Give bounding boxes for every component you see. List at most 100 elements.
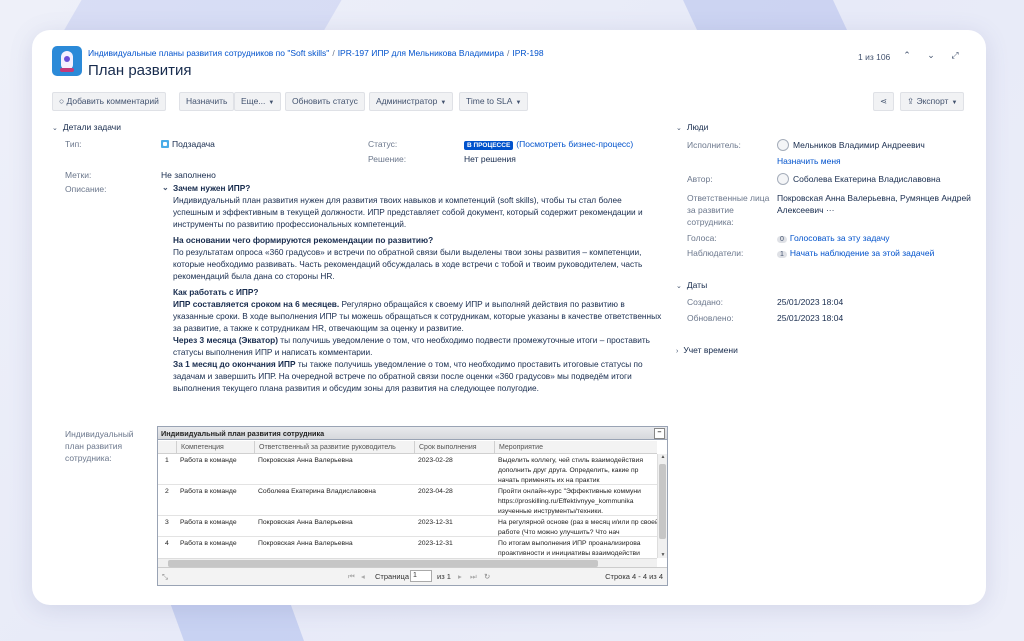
grid-vertical-scrollbar[interactable]: ▲ ▼	[657, 454, 667, 558]
assignee-value[interactable]: Мельников Владимир Андреевич	[777, 139, 925, 151]
created-value: 25/01/2023 18:04	[777, 297, 844, 307]
col-deadline[interactable]: Срок выполнения	[414, 441, 494, 454]
type-label: Тип:	[65, 139, 82, 149]
cell-deadline: 2023-04-28	[418, 488, 453, 495]
description-label: Описание:	[65, 184, 107, 194]
page-title: План развития	[88, 62, 192, 79]
issue-card: Индивидуальные планы развития сотруднико…	[32, 30, 986, 605]
responsible-label-line-3: сотрудника:	[687, 217, 734, 227]
resolution-value: Нет решения	[464, 154, 516, 164]
grid-horizontal-scrollbar[interactable]	[158, 558, 657, 567]
last-page-icon[interactable]: ⏭	[470, 572, 477, 582]
people-section-toggle[interactable]: ⌄ Люди	[676, 122, 708, 132]
project-avatar-icon[interactable]	[52, 46, 82, 76]
watch-link[interactable]: Начать наблюдение за этой задачей	[790, 248, 934, 258]
chevron-down-icon: ▼	[440, 100, 447, 106]
grid-title: Индивидуальный план развития сотрудника –	[158, 427, 667, 440]
col-competence[interactable]: Компетенция	[176, 441, 254, 454]
chevron-down-icon[interactable]: ⌄	[924, 48, 938, 62]
cell-activity: На регулярной основе (раз в месяц и/или …	[498, 519, 659, 536]
view-workflow-link[interactable]: (Посмотреть бизнес-процесс)	[516, 139, 633, 149]
resize-icon[interactable]: ⤡	[162, 572, 168, 582]
row-number: 3	[165, 519, 169, 526]
col-responsible[interactable]: Ответственный за развитие руководитель	[254, 441, 414, 454]
assignee-label: Исполнитель:	[687, 140, 741, 150]
grid-title-text: Индивидуальный план развития сотрудника	[161, 429, 325, 438]
assign-to-me-link[interactable]: Назначить меня	[777, 156, 841, 166]
responsible-value[interactable]: Покровская Анна Валерьевна, Румянцев Анд…	[777, 192, 971, 216]
desc-paragraph-2: По результатам опроса «360 градусов» и в…	[173, 247, 643, 281]
chevron-down-icon: ⌄	[676, 283, 682, 290]
labels-value[interactable]: Не заполнено	[161, 170, 216, 180]
time-to-sla-button[interactable]: Time to SLA ▼	[459, 92, 529, 111]
votes-label: Голоса:	[687, 233, 717, 243]
more-button[interactable]: Еще... ▼	[234, 92, 282, 111]
first-page-icon[interactable]: ⏮	[348, 572, 355, 582]
add-comment-button[interactable]: ○ Добавить комментарий	[52, 92, 166, 111]
desc-heading-1: Зачем нужен ИПР?	[173, 182, 663, 194]
table-row[interactable]: 3 Работа в команде Покровская Анна Валер…	[158, 516, 659, 537]
cell-responsible: Соболева Екатерина Владиславовна	[258, 488, 376, 495]
share-button[interactable]: ⋖	[873, 92, 895, 111]
dates-section-toggle[interactable]: ⌄ Даты	[676, 280, 707, 290]
admin-transition-button[interactable]: Администратор ▼	[369, 92, 454, 111]
col-rownum	[158, 441, 176, 454]
author-name: Соболева Екатерина Владиславовна	[793, 174, 941, 184]
time-tracking-section-toggle[interactable]: › Учет времени	[676, 345, 738, 355]
breadcrumb-issue-key[interactable]: IPR-198	[512, 48, 543, 58]
export-icon: ⇪	[907, 96, 915, 106]
description-body[interactable]: Зачем нужен ИПР? Индивидуальный план раз…	[173, 182, 663, 394]
ipr-grid: Индивидуальный план развития сотрудника –…	[157, 426, 668, 586]
grid-paging-toolbar: ⤡ ⏮ ◂ Страница 1 из 1 ▸ ⏭ ↻ Строка 4 - 4…	[158, 567, 667, 585]
chevron-down-icon: ▼	[951, 100, 958, 106]
details-section-toggle[interactable]: ⌄ Детали задачи	[52, 122, 121, 132]
status-value: В ПРОЦЕССЕ (Посмотреть бизнес-процесс)	[464, 139, 633, 150]
row-number: 1	[165, 457, 169, 464]
prev-page-icon[interactable]: ◂	[361, 572, 365, 581]
issue-pager: 1 из 106	[858, 52, 891, 62]
page-number-input[interactable]: 1	[410, 570, 432, 582]
ipr-label-line-2: план развития	[65, 441, 123, 451]
vote-link[interactable]: Голосовать за эту задачу	[790, 233, 890, 243]
author-label: Автор:	[687, 174, 713, 184]
responsible-label: Ответственные лица за развитие сотрудник…	[687, 192, 769, 228]
next-page-icon[interactable]: ▸	[458, 572, 462, 581]
cell-competence: Работа в команде	[180, 488, 237, 495]
author-value[interactable]: Соболева Екатерина Владиславовна	[777, 173, 940, 185]
table-row[interactable]: 4 Работа в команде Покровская Анна Валер…	[158, 537, 657, 558]
desc-heading-3: Как работать с ИПР?	[173, 287, 259, 297]
ipr-label-line-1: Индивидуальный	[65, 429, 134, 439]
breadcrumb-parent-issue[interactable]: IPR-197 ИПР для Мельникова Владимира	[338, 48, 504, 58]
scroll-up-icon[interactable]: ▲	[658, 454, 668, 460]
cell-activity: Выделить коллегу, чей стиль взаимодейств…	[498, 457, 643, 484]
export-button[interactable]: ⇪ Экспорт ▼	[900, 92, 965, 111]
cell-competence: Работа в команде	[180, 519, 237, 526]
breadcrumb-project[interactable]: Индивидуальные планы развития сотруднико…	[88, 48, 329, 58]
desc-p5-bold: За 1 месяц до окончания ИПР	[173, 359, 296, 369]
table-row[interactable]: 2 Работа в команде Соболева Екатерина Вл…	[158, 485, 657, 516]
resolution-label: Решение:	[368, 154, 407, 164]
subtask-icon	[161, 140, 169, 148]
responsible-label-line-1: Ответственные лица	[687, 193, 770, 203]
chevron-up-icon[interactable]: ⌃	[900, 48, 914, 62]
table-row[interactable]: 1 Работа в команде Покровская Анна Валер…	[158, 454, 657, 485]
cell-responsible: Покровская Анна Валерьевна	[258, 540, 353, 547]
assign-button[interactable]: Назначить	[179, 92, 235, 111]
cell-activity: Пройти онлайн-курс "Эффективные коммуни …	[498, 488, 641, 515]
watchers-label: Наблюдатели:	[687, 248, 744, 258]
responsible-line-2: Алексеевич	[777, 205, 824, 215]
minimize-icon[interactable]: –	[654, 428, 665, 439]
refresh-icon[interactable]: ↻	[484, 572, 490, 581]
chevron-right-icon: ›	[676, 348, 679, 355]
add-comment-label: Добавить комментарий	[66, 96, 159, 106]
row-number: 2	[165, 488, 169, 495]
update-status-button[interactable]: Обновить статус	[285, 92, 365, 111]
cell-deadline: 2023-12-31	[418, 519, 453, 526]
expand-icon[interactable]: ⤢	[948, 48, 962, 62]
scroll-down-icon[interactable]: ▼	[658, 552, 668, 558]
desc-paragraph-5: За 1 месяц до окончания ИПР ты также пол…	[173, 358, 663, 394]
updated-value: 25/01/2023 18:04	[777, 313, 844, 323]
avatar	[777, 173, 789, 185]
more-icon[interactable]: ···	[826, 205, 835, 215]
col-activity[interactable]: Мероприятие	[494, 441, 659, 454]
